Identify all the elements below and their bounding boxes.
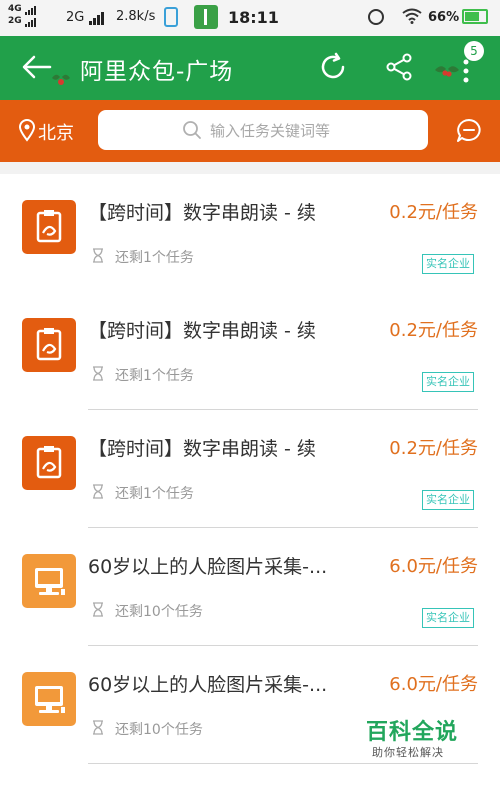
hourglass-icon [93,720,103,735]
row-divider [88,763,478,764]
sim-signals: 4G 2G [8,3,37,27]
share-icon[interactable] [384,52,414,82]
alibaba-clipboard-icon [22,436,76,490]
search-input[interactable]: 输入任务关键词等 [98,110,428,150]
task-item[interactable]: 60岁以上的人脸图片采集-... 6.0元/任务 还剩10个任务 实名企业 [0,528,500,646]
alibaba-clipboard-icon [22,318,76,372]
task-title: 60岁以上的人脸图片采集-... [88,556,328,578]
alarm-icon [368,9,384,25]
task-item[interactable]: 【跨时间】数字串朗读 - 续 0.2元/任务 还剩1个任务 实名企业 [0,174,500,292]
notification-badge[interactable]: 5 [464,41,484,61]
task-price: 6.0元/任务 [389,674,478,695]
sim1-label: 4G [8,4,22,14]
network-speed: 2.8k/s [116,9,156,24]
signal-icon [24,15,37,27]
city-selector[interactable]: 北京 [38,119,74,145]
refresh-icon[interactable] [318,52,348,82]
holly-decoration-icon [435,66,459,77]
task-remaining: 还剩1个任务 [115,368,194,384]
computer-monitor-icon [22,672,76,726]
search-placeholder: 输入任务关键词等 [210,122,331,140]
network-type: 2G [66,10,85,25]
task-remaining: 还剩1个任务 [115,486,194,502]
clock: 18:11 [228,8,279,27]
hourglass-icon [93,366,103,381]
task-price: 0.2元/任务 [389,438,478,459]
alibaba-clipboard-icon [22,200,76,254]
hourglass-icon [93,484,103,499]
signal-icon [24,3,37,15]
sim2-label: 2G [8,16,22,26]
watermark: 百科全说 助你轻松解决 [350,712,480,762]
verified-enterprise-badge: 实名企业 [422,608,474,628]
hourglass-icon [93,602,103,617]
task-title: 60岁以上的人脸图片采集-... [88,674,328,696]
page-title: 阿里众包-广场 [80,59,234,85]
computer-monitor-icon [22,554,76,608]
search-icon [183,121,201,139]
holly-decoration-icon [52,74,70,85]
task-item[interactable]: 【跨时间】数字串朗读 - 续 0.2元/任务 还剩1个任务 实名企业 [0,410,500,528]
status-bar: 4G 2G 2G 2.8k/s 18:11 66% [0,0,500,36]
usb-connected-icon [194,5,218,29]
section-divider [0,162,500,174]
task-remaining: 还剩1个任务 [115,250,194,266]
verified-enterprise-badge: 实名企业 [422,372,474,392]
verified-enterprise-badge: 实名企业 [422,254,474,274]
task-title: 【跨时间】数字串朗读 - 续 [88,320,316,342]
battery-percent: 66% [428,10,460,25]
task-price: 6.0元/任务 [389,556,478,577]
network-indicator: 2G [66,10,105,25]
task-item[interactable]: 【跨时间】数字串朗读 - 续 0.2元/任务 还剩1个任务 实名企业 [0,292,500,410]
task-price: 0.2元/任务 [389,202,478,223]
watermark-brand: 百科全说 [366,720,459,745]
hourglass-icon [93,248,103,263]
back-arrow-icon[interactable] [22,54,52,80]
task-remaining: 还剩10个任务 [115,604,203,620]
verified-enterprise-badge: 实名企业 [422,490,474,510]
task-price: 0.2元/任务 [389,320,478,341]
app-header: 阿里众包-广场 5 [0,36,500,100]
task-title: 【跨时间】数字串朗读 - 续 [88,438,316,460]
task-remaining: 还剩10个任务 [115,722,203,738]
location-pin-icon[interactable] [18,118,36,142]
signal-icon [88,10,105,25]
watermark-slogan: 助你轻松解决 [372,746,444,759]
message-icon[interactable] [456,118,482,144]
wifi-icon [402,8,422,24]
task-title: 【跨时间】数字串朗读 - 续 [88,202,316,224]
search-bar: 北京 输入任务关键词等 [0,100,500,162]
battery-icon [462,9,488,24]
usb-debug-icon [164,7,178,27]
